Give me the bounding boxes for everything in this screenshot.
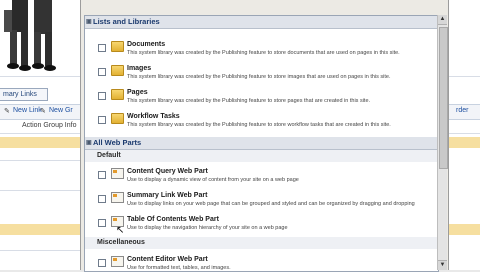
add-web-parts-dialog: ▣ Lists and Libraries Documents This sys… bbox=[80, 0, 449, 272]
web-part-icon bbox=[111, 256, 124, 267]
item-description: Use to display the navigation hierarchy … bbox=[127, 225, 288, 231]
item-checkbox[interactable] bbox=[98, 44, 106, 52]
group-header-miscellaneous: Miscellaneous bbox=[85, 237, 438, 249]
item-description: This system library was created by the P… bbox=[127, 122, 391, 128]
item-checkbox[interactable] bbox=[98, 116, 106, 124]
collapse-icon[interactable]: ▣ bbox=[86, 137, 92, 149]
list-item[interactable]: Content Editor Web Part Use for formatte… bbox=[85, 252, 438, 271]
item-title: Content Editor Web Part bbox=[127, 256, 208, 263]
item-description: Use to display links on your web page th… bbox=[127, 201, 415, 207]
zone-stripe bbox=[447, 224, 480, 235]
item-description: This system library was created by the P… bbox=[127, 98, 371, 104]
item-description: This system library was created by the P… bbox=[127, 74, 391, 80]
web-part-icon bbox=[111, 192, 124, 203]
section-header-all-web-parts[interactable]: ▣ All Web Parts bbox=[85, 137, 438, 150]
mouse-cursor-icon: ↖ bbox=[116, 225, 125, 236]
new-link-link[interactable]: New Link bbox=[13, 107, 42, 114]
web-part-icon bbox=[111, 168, 124, 179]
item-title: Workflow Tasks bbox=[127, 113, 180, 120]
background-page-left: mary Links ✎ New Link ✎ New Gr Action Gr… bbox=[0, 0, 80, 270]
scrollbar-thumb[interactable] bbox=[439, 27, 448, 169]
item-checkbox[interactable] bbox=[98, 219, 106, 227]
item-checkbox[interactable] bbox=[98, 171, 106, 179]
list-item[interactable]: Workflow Tasks This system library was c… bbox=[85, 109, 438, 137]
item-title: Pages bbox=[127, 89, 148, 96]
library-icon bbox=[111, 65, 124, 76]
list-item[interactable]: Documents This system library was create… bbox=[85, 37, 438, 61]
zone-stripe bbox=[0, 137, 80, 148]
item-description: Use for formatted text, tables, and imag… bbox=[127, 265, 231, 271]
zone-stripe bbox=[447, 137, 480, 148]
order-link[interactable]: rder bbox=[456, 107, 468, 114]
section-header-lists-and-libraries[interactable]: ▣ Lists and Libraries bbox=[85, 16, 438, 29]
item-checkbox[interactable] bbox=[98, 259, 106, 267]
group-header-default: Default bbox=[85, 150, 438, 162]
list-item[interactable]: Pages This system library was created by… bbox=[85, 85, 438, 109]
action-group-label: Action Group Info bbox=[22, 122, 77, 129]
list-item[interactable]: Summary Link Web Part Use to display lin… bbox=[85, 188, 438, 212]
summary-links-tab[interactable]: mary Links bbox=[0, 88, 48, 101]
item-title: Images bbox=[127, 65, 152, 72]
item-description: Use to display a dynamic view of content… bbox=[127, 177, 299, 183]
library-icon bbox=[111, 89, 124, 100]
item-title: Content Query Web Part bbox=[127, 168, 208, 175]
item-title: Summary Link Web Part bbox=[127, 192, 208, 199]
library-icon bbox=[111, 113, 124, 124]
list-item[interactable]: Content Query Web Part Use to display a … bbox=[85, 164, 438, 188]
list-item[interactable]: Table Of Contents Web Part Use to displa… bbox=[85, 212, 438, 237]
item-title: Table Of Contents Web Part bbox=[127, 216, 219, 223]
section-title: Lists and Libraries bbox=[93, 17, 160, 26]
background-page-right: rder bbox=[447, 0, 480, 270]
item-checkbox[interactable] bbox=[98, 68, 106, 76]
new-group-link[interactable]: New Gr bbox=[49, 107, 73, 114]
library-icon bbox=[111, 41, 124, 52]
new-group-icon: ✎ bbox=[40, 108, 46, 115]
item-checkbox[interactable] bbox=[98, 195, 106, 203]
scroll-down-icon[interactable]: ▼ bbox=[438, 260, 447, 270]
vertical-scrollbar[interactable]: ▲ ▼ bbox=[437, 15, 448, 270]
zone-stripe bbox=[0, 224, 80, 235]
item-description: This system library was created by the P… bbox=[127, 50, 400, 56]
section-title: All Web Parts bbox=[93, 138, 142, 147]
web-part-list: ▣ Lists and Libraries Documents This sys… bbox=[84, 15, 439, 272]
list-item[interactable]: Images This system library was created b… bbox=[85, 61, 438, 85]
scroll-up-icon[interactable]: ▲ bbox=[438, 15, 447, 25]
person-figure-illustration bbox=[4, 0, 56, 71]
item-title: Documents bbox=[127, 41, 166, 48]
new-link-icon: ✎ bbox=[4, 108, 10, 115]
item-checkbox[interactable] bbox=[98, 92, 106, 100]
collapse-icon[interactable]: ▣ bbox=[86, 16, 92, 28]
